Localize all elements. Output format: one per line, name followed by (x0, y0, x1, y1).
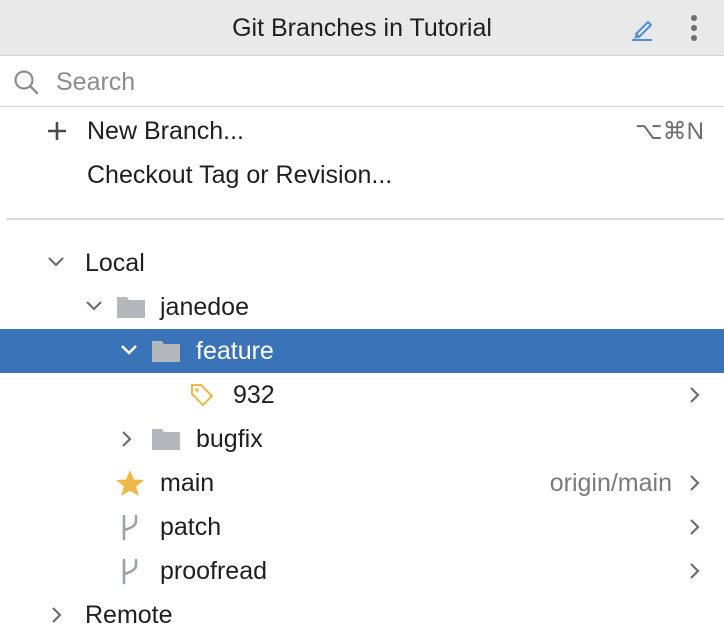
tree-node-local[interactable]: Local (0, 241, 724, 285)
chevron-right-icon (690, 475, 700, 491)
new-branch-action[interactable]: New Branch... ⌥⌘N (0, 109, 724, 153)
tree-node-remote[interactable]: Remote (0, 593, 724, 637)
janedoe-label: janedoe (160, 293, 249, 321)
proofread-label: proofread (160, 557, 268, 585)
main-label: main (160, 469, 215, 497)
branch-932[interactable]: 932 (0, 373, 724, 417)
folder-icon (152, 429, 180, 450)
folder-icon (152, 341, 180, 362)
star-icon (116, 470, 144, 496)
search-icon (14, 70, 39, 95)
branch-patch[interactable]: patch (0, 505, 724, 549)
new-branch-label: New Branch... (87, 117, 245, 145)
more-options-button[interactable] (680, 12, 708, 44)
new-branch-shortcut: ⌥⌘N (635, 118, 704, 145)
git-branches-popup: Git Branches in Tutorial Search New Bran… (0, 0, 724, 644)
tree-node-feature[interactable]: feature (0, 329, 724, 373)
main-tracking-branch: origin/main (549, 469, 672, 497)
patch-label: patch (160, 513, 222, 541)
chevron-down-icon (86, 301, 102, 311)
bugfix-label: bugfix (196, 425, 263, 453)
checkout-tag-action[interactable]: Checkout Tag or Revision... (0, 153, 724, 197)
git-branch-icon (122, 514, 138, 541)
feature-label: feature (196, 337, 274, 365)
more-vertical-icon (691, 15, 697, 41)
git-branch-icon (122, 558, 138, 585)
chevron-down-icon (121, 345, 137, 355)
chevron-down-icon (48, 257, 64, 267)
chevron-right-icon (122, 431, 132, 447)
search-bar (0, 57, 724, 107)
folder-icon (117, 297, 145, 318)
tree-node-bugfix[interactable]: bugfix (0, 417, 724, 461)
plus-icon (48, 122, 66, 140)
checkout-tag-label: Checkout Tag or Revision... (87, 161, 393, 189)
tag-icon (191, 384, 213, 406)
popup-title: Git Branches in Tutorial (232, 14, 492, 42)
branch-proofread[interactable]: proofread (0, 549, 724, 593)
branch-main[interactable]: main origin/main (0, 461, 724, 505)
remote-label: Remote (85, 601, 173, 629)
edit-button[interactable] (626, 12, 658, 44)
chevron-right-icon (52, 607, 62, 623)
search-input[interactable] (56, 63, 696, 101)
chevron-right-icon (690, 563, 700, 579)
local-label: Local (85, 249, 145, 277)
chevron-right-icon (690, 519, 700, 535)
popup-header: Git Branches in Tutorial (0, 0, 724, 56)
edit-pencil-icon (632, 21, 652, 41)
tree-node-janedoe[interactable]: janedoe (0, 285, 724, 329)
branch-932-label: 932 (233, 381, 275, 409)
chevron-right-icon (690, 387, 700, 403)
section-divider (6, 218, 724, 220)
